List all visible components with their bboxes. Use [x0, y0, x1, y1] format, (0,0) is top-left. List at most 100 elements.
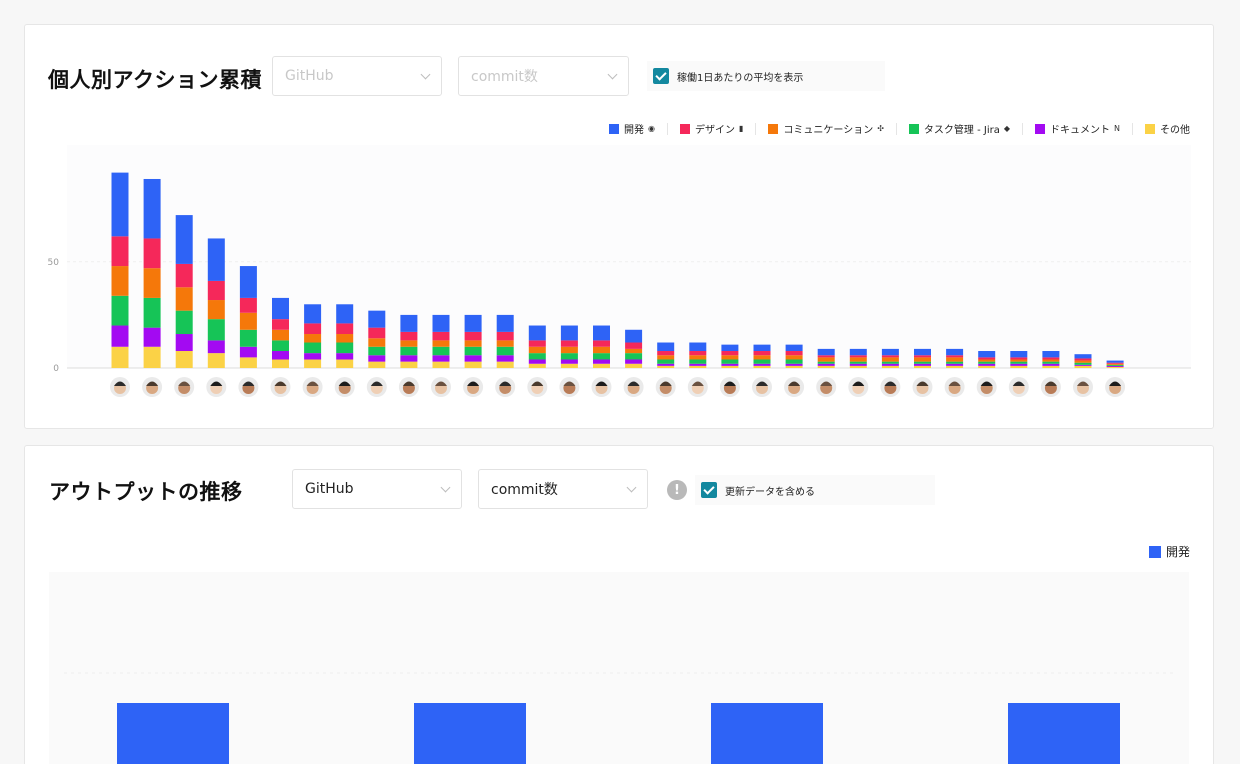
bar-segment[interactable]	[978, 363, 996, 366]
bar-segment[interactable]	[1074, 362, 1092, 365]
bar-segment[interactable]	[1010, 365, 1028, 368]
bar-segment[interactable]	[625, 342, 643, 349]
bar-segment[interactable]	[368, 310, 386, 328]
bar-segment[interactable]	[978, 361, 996, 364]
bar-segment[interactable]	[721, 359, 739, 364]
bar-segment[interactable]	[1106, 360, 1124, 363]
bar-segment[interactable]	[914, 363, 931, 366]
bar-segment[interactable]	[432, 361, 450, 368]
bar-segment[interactable]	[721, 344, 739, 352]
bar-segment[interactable]	[464, 340, 482, 347]
legend-item[interactable]: ドキュメント N	[1035, 121, 1120, 136]
bar-segment[interactable]	[304, 304, 322, 324]
avatar[interactable]	[623, 377, 644, 397]
include-updates-toggle[interactable]: 更新データを含める	[695, 475, 935, 505]
bar-segment[interactable]	[1074, 358, 1092, 361]
bar-segment[interactable]	[272, 297, 289, 320]
avatar[interactable]	[206, 377, 227, 397]
bar-segment[interactable]	[817, 361, 835, 364]
avatar[interactable]	[398, 377, 419, 397]
avatar[interactable]	[495, 377, 516, 397]
bar-segment[interactable]	[111, 325, 129, 347]
bar-segment[interactable]	[368, 361, 386, 368]
bar-segment[interactable]	[753, 365, 771, 368]
bar-segment[interactable]	[657, 359, 675, 364]
bar-segment[interactable]	[336, 353, 354, 360]
bar-segment[interactable]	[593, 353, 610, 360]
bar-segment[interactable]	[496, 331, 514, 341]
checkbox-checked-icon[interactable]	[653, 68, 669, 84]
bar-segment[interactable]	[914, 348, 931, 356]
bar-segment[interactable]	[689, 365, 707, 368]
bar-segment[interactable]	[914, 365, 931, 368]
avatar[interactable]	[976, 377, 997, 397]
bar-segment[interactable]	[207, 340, 225, 354]
avatar[interactable]	[752, 377, 772, 397]
bar-segment[interactable]	[914, 361, 931, 364]
bar-segment[interactable]	[657, 342, 675, 352]
bar-segment[interactable]	[111, 295, 129, 326]
bar-segment[interactable]	[175, 334, 193, 352]
bar-segment[interactable]	[400, 355, 418, 362]
bar-segment[interactable]	[272, 359, 289, 368]
bar-segment[interactable]	[785, 355, 803, 360]
bar-segment[interactable]	[817, 365, 835, 368]
avatar[interactable]	[591, 377, 612, 397]
bar-segment[interactable]	[496, 355, 514, 362]
bar-segment[interactable]	[593, 363, 610, 368]
bar-segment[interactable]	[625, 359, 643, 364]
bar-segment[interactable]	[432, 355, 450, 362]
bar-segment[interactable]	[143, 327, 161, 347]
bar-segment[interactable]	[400, 340, 418, 347]
bar-segment[interactable]	[753, 351, 771, 356]
bar-segment[interactable]	[817, 363, 835, 366]
avatar[interactable]	[527, 377, 548, 397]
bar-segment[interactable]	[175, 287, 193, 311]
bar-segment[interactable]	[1010, 351, 1028, 358]
bar-segment[interactable]	[849, 361, 867, 364]
bar-segment[interactable]	[368, 355, 386, 362]
bar-segment[interactable]	[849, 363, 867, 366]
bar-segment[interactable]	[881, 361, 899, 364]
bar-segment[interactable]	[432, 331, 450, 341]
avatar[interactable]	[1073, 377, 1093, 397]
bar-segment[interactable]	[721, 355, 739, 360]
bar-segment[interactable]	[304, 353, 322, 360]
bar-segment[interactable]	[785, 351, 803, 356]
bar-segment[interactable]	[111, 346, 129, 368]
bar-segment[interactable]	[946, 357, 964, 362]
bar-segment[interactable]	[881, 355, 899, 358]
checkbox-checked-icon[interactable]	[701, 482, 717, 498]
bar-segment[interactable]	[914, 357, 931, 362]
bar-segment[interactable]	[239, 346, 257, 358]
bar-segment[interactable]	[625, 348, 643, 354]
bar-segment[interactable]	[881, 365, 899, 368]
bar[interactable]	[711, 703, 823, 764]
bar-segment[interactable]	[1042, 361, 1060, 364]
bar-segment[interactable]	[464, 355, 482, 362]
bar-segment[interactable]	[207, 280, 225, 301]
bar-segment[interactable]	[946, 365, 964, 368]
avatar[interactable]	[687, 377, 708, 397]
bar-segment[interactable]	[496, 361, 514, 368]
bar-segment[interactable]	[496, 346, 514, 356]
avatar[interactable]	[1105, 377, 1126, 397]
bar-segment[interactable]	[111, 236, 129, 267]
bar-segment[interactable]	[978, 357, 996, 360]
bar-segment[interactable]	[817, 348, 835, 356]
avatar[interactable]	[816, 377, 837, 397]
bar-segment[interactable]	[272, 340, 289, 352]
bar-segment[interactable]	[560, 353, 578, 360]
bar-segment[interactable]	[432, 346, 450, 356]
bar-segment[interactable]	[946, 363, 964, 366]
bar-segment[interactable]	[432, 314, 450, 332]
bar-segment[interactable]	[560, 346, 578, 354]
bar-segment[interactable]	[111, 266, 129, 296]
bar-segment[interactable]	[1010, 359, 1028, 362]
bar-segment[interactable]	[1106, 363, 1124, 365]
bar-segment[interactable]	[1106, 362, 1124, 364]
bar-segment[interactable]	[1106, 364, 1124, 366]
bar-segment[interactable]	[657, 365, 675, 368]
bar-segment[interactable]	[753, 355, 771, 360]
bar-segment[interactable]	[817, 355, 835, 358]
